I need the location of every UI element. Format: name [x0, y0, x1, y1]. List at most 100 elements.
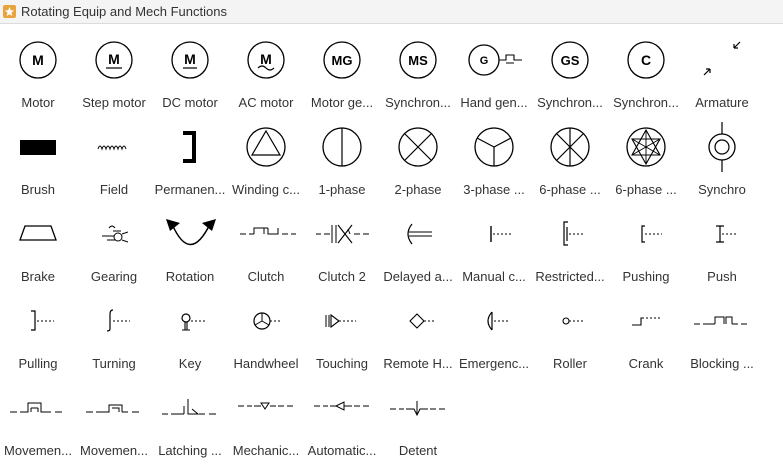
shape-label: Clutch 2 [318, 269, 366, 284]
shape-rotation[interactable]: Rotation [152, 207, 228, 294]
shape-brake[interactable]: Brake [0, 207, 76, 294]
shape-roller[interactable]: Roller [532, 294, 608, 381]
field-icon [97, 145, 127, 151]
shape-label: Field [99, 182, 129, 197]
shape-pushing[interactable]: Pushing [608, 207, 684, 294]
shape-hand-generator[interactable]: G Hand gen... [456, 33, 532, 120]
six-phase-icon [550, 127, 590, 167]
shape-label: Movemen... [80, 443, 148, 458]
shape-row: Brush Field Permanen... Winding c... 1-p… [0, 120, 783, 207]
shape-restricted[interactable]: Restricted... [532, 207, 608, 294]
shape-field[interactable]: Field [76, 120, 152, 207]
motor-generator-icon: MG [323, 41, 361, 79]
shape-label: DC motor [162, 95, 218, 110]
svg-text:M: M [184, 51, 196, 67]
shape-dc-motor[interactable]: M DC motor [152, 33, 228, 120]
shape-six-phase-star[interactable]: 6-phase ... [608, 120, 684, 207]
armature-icon [703, 41, 741, 76]
shape-manual-control[interactable]: Manual c... [456, 207, 532, 294]
brush-icon [20, 140, 56, 155]
shape-latching[interactable]: Latching ... [152, 381, 228, 468]
shape-label: Mechanic... [232, 443, 300, 458]
shape-label: Hand gen... [460, 95, 528, 110]
delayed-action-icon [407, 223, 432, 245]
manual-control-icon [490, 226, 513, 242]
shape-movement-2[interactable]: Movemen... [76, 381, 152, 468]
shape-permanent-magnet[interactable]: Permanen... [152, 120, 228, 207]
shape-clutch-2[interactable]: Clutch 2 [304, 207, 380, 294]
shape-delayed-action[interactable]: Delayed a... [380, 207, 456, 294]
shape-label: Synchron... [537, 95, 603, 110]
shape-synchronous-converter[interactable]: C Synchron... [608, 33, 684, 120]
rotation-icon [166, 219, 216, 245]
shape-label: Winding c... [232, 182, 300, 197]
shape-label: Restricted... [535, 269, 605, 284]
clutch-icon [240, 227, 296, 235]
touching-icon [325, 313, 356, 329]
shape-label: Movemen... [4, 443, 72, 458]
shape-label: 3-phase ... [463, 182, 525, 197]
shape-library-panel: Rotating Equip and Mech Functions M Moto… [0, 0, 783, 461]
shape-synchronous-generator[interactable]: GS Synchron... [532, 33, 608, 120]
shape-label: Brush [21, 182, 55, 197]
shape-two-phase[interactable]: 2-phase [380, 120, 456, 207]
panel-header[interactable]: Rotating Equip and Mech Functions [0, 0, 783, 24]
shape-key[interactable]: Key [152, 294, 228, 381]
shape-synchronous-motor[interactable]: MS Synchron... [380, 33, 456, 120]
shape-gearing[interactable]: Gearing [76, 207, 152, 294]
shape-three-phase[interactable]: 3-phase ... [456, 120, 532, 207]
shape-label: Turning [92, 356, 136, 371]
shape-motor[interactable]: M Motor [0, 33, 76, 120]
shape-push[interactable]: Push [684, 207, 760, 294]
svg-text:M: M [32, 52, 44, 68]
remote-hand-icon [409, 313, 436, 329]
shape-label: Rotation [165, 269, 215, 284]
svg-text:M: M [260, 51, 272, 67]
shape-crank[interactable]: Crank [608, 294, 684, 381]
shape-step-motor[interactable]: M Step motor [76, 33, 152, 120]
pushing-icon [641, 225, 662, 243]
shape-turning[interactable]: Turning [76, 294, 152, 381]
key-icon [181, 313, 206, 331]
emergency-icon [487, 311, 508, 331]
svg-text:C: C [641, 52, 651, 68]
shape-blocking[interactable]: Blocking ... [684, 294, 760, 381]
shape-automatic[interactable]: Automatic... [304, 381, 380, 468]
turning-icon [106, 309, 130, 332]
shape-detent[interactable]: Detent [380, 381, 456, 468]
permanent-magnet-icon [183, 131, 196, 163]
roller-icon [562, 317, 584, 325]
shape-armature[interactable]: Armature [684, 33, 760, 120]
svg-text:MS: MS [408, 53, 428, 68]
movement-1-icon [10, 402, 62, 413]
motor-icon: M [19, 41, 57, 79]
shape-motor-generator[interactable]: MG Motor ge... [304, 33, 380, 120]
shape-label: Brake [21, 269, 55, 284]
shape-winding-connection[interactable]: Winding c... [228, 120, 304, 207]
shape-label: 1-phase [318, 182, 366, 197]
shape-synchro[interactable]: Synchro [684, 120, 760, 207]
shape-label: Key [178, 356, 202, 371]
shape-brush[interactable]: Brush [0, 120, 76, 207]
movement-2-icon [86, 404, 139, 413]
shape-movement-1[interactable]: Movemen... [0, 381, 76, 468]
shape-one-phase[interactable]: 1-phase [304, 120, 380, 207]
shape-label: Permanen... [154, 182, 226, 197]
shape-remote-hand[interactable]: Remote H... [380, 294, 456, 381]
shape-clutch[interactable]: Clutch [228, 207, 304, 294]
shape-six-phase[interactable]: 6-phase ... [532, 120, 608, 207]
shape-handwheel[interactable]: Handwheel [228, 294, 304, 381]
shape-label: Emergenc... [458, 356, 530, 371]
svg-text:G: G [480, 55, 489, 67]
shape-touching[interactable]: Touching [304, 294, 380, 381]
shape-row: Pulling Turning Key Handwheel Touching R… [0, 294, 783, 381]
step-motor-icon: M [95, 41, 133, 79]
shape-label: AC motor [238, 95, 294, 110]
shape-ac-motor[interactable]: M AC motor [228, 33, 304, 120]
shape-mechanical[interactable]: Mechanic... [228, 381, 304, 468]
shape-pulling[interactable]: Pulling [0, 294, 76, 381]
shape-emergency[interactable]: Emergenc... [456, 294, 532, 381]
shape-row: M Motor M Step motor M DC motor M AC mot… [0, 33, 783, 120]
shape-label: Handwheel [233, 356, 299, 371]
shape-label: Clutch [247, 269, 285, 284]
